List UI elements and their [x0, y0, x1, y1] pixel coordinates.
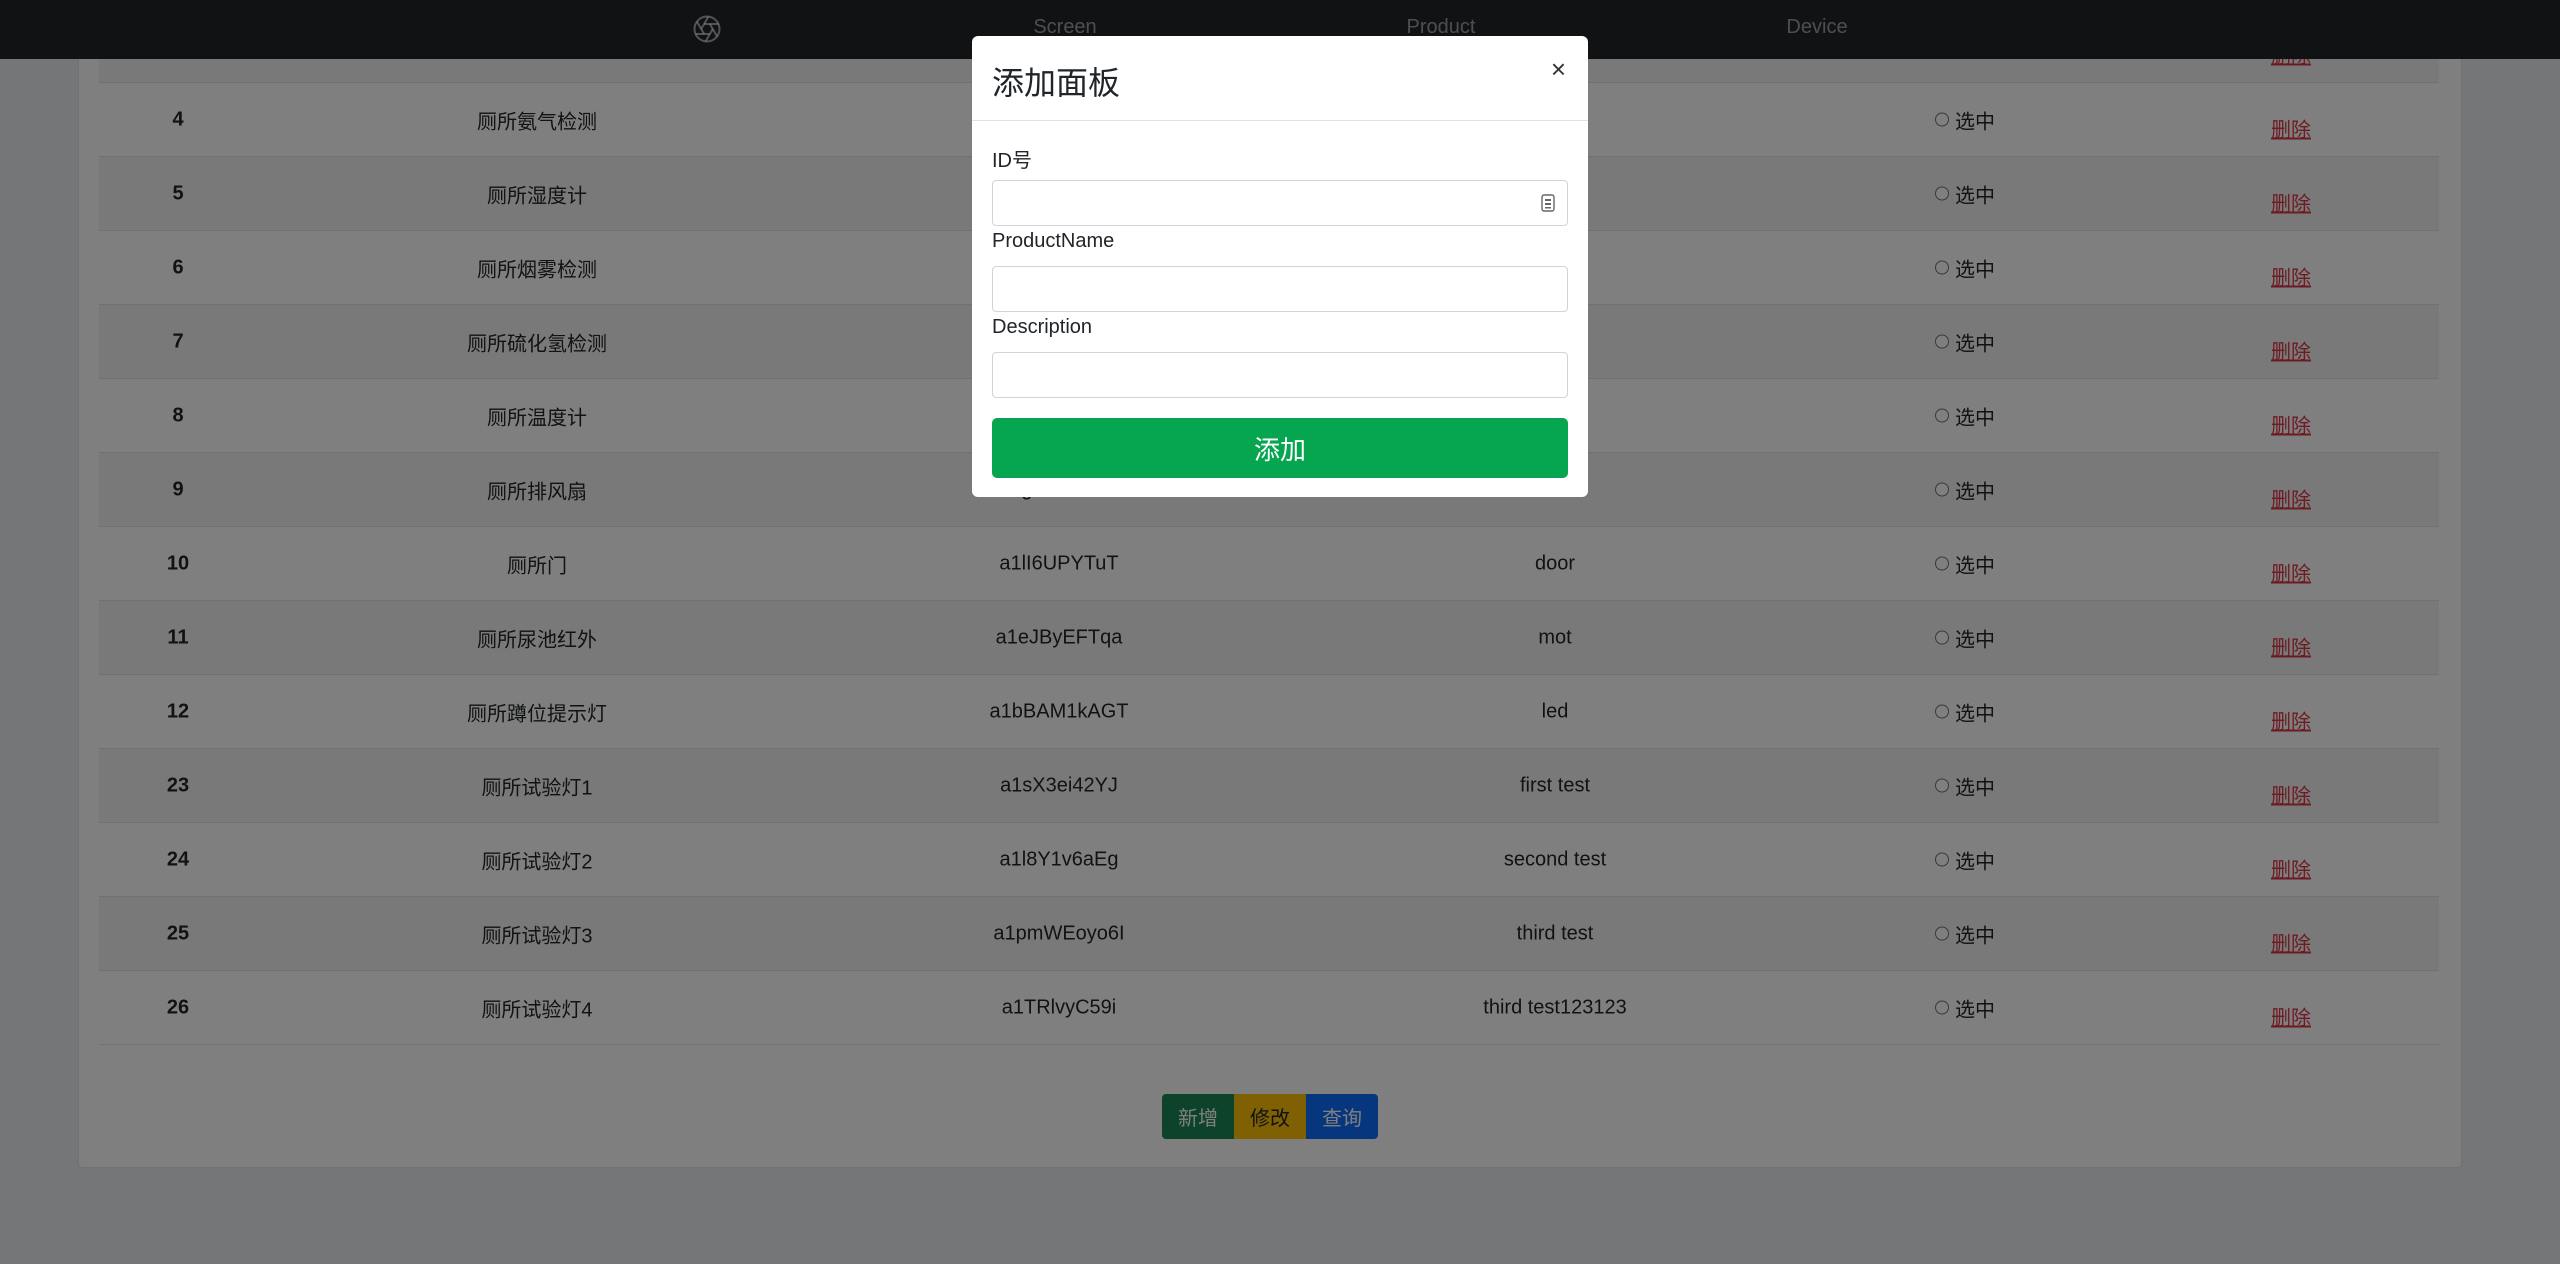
modal-header: 添加面板 × [972, 36, 1588, 121]
autofill-card-icon[interactable] [1541, 194, 1555, 212]
close-icon[interactable]: × [1551, 56, 1566, 82]
modal-title: 添加面板 [992, 65, 1121, 101]
id-label: ID号 [992, 150, 1032, 172]
product-name-label: ProductName [992, 230, 1115, 252]
product-name-field[interactable] [992, 266, 1568, 312]
description-field[interactable] [992, 352, 1568, 398]
submit-add-button[interactable]: 添加 [992, 418, 1568, 478]
id-field[interactable] [992, 180, 1568, 226]
add-panel-modal: 添加面板 × ID号 ProductName Description 添加 [972, 36, 1588, 497]
description-label: Description [992, 316, 1093, 338]
